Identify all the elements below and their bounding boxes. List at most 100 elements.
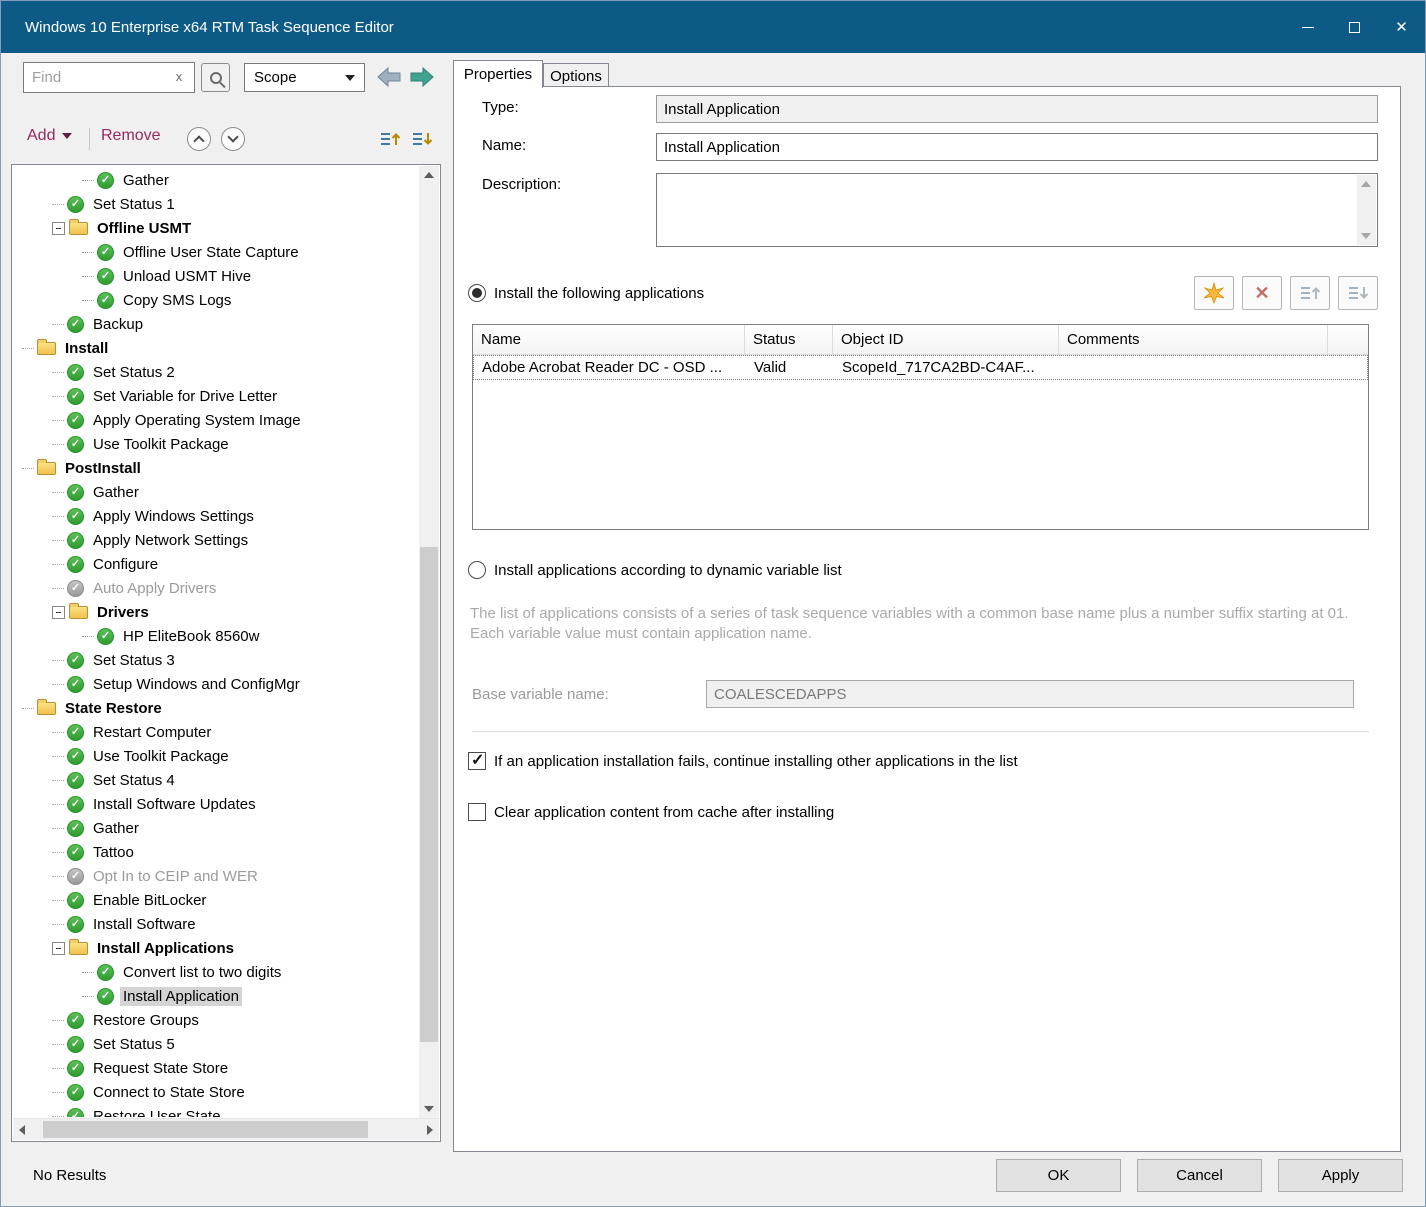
tree-item[interactable]: PostInstall bbox=[14, 456, 418, 480]
scroll-down-icon[interactable] bbox=[1361, 233, 1371, 239]
collapse-expander-icon[interactable] bbox=[52, 942, 65, 955]
toolbar-separator bbox=[89, 128, 90, 150]
tree-item[interactable]: Apply Windows Settings bbox=[14, 504, 418, 528]
step-check-icon bbox=[67, 364, 84, 381]
tree-item[interactable]: Restart Computer bbox=[14, 720, 418, 744]
horizontal-scroll-thumb[interactable] bbox=[43, 1121, 368, 1138]
tree-item[interactable]: Set Status 2 bbox=[14, 360, 418, 384]
table-row[interactable]: Adobe Acrobat Reader DC - OSD ...ValidSc… bbox=[473, 355, 1368, 380]
clear-cache-checkbox[interactable] bbox=[468, 803, 486, 821]
tree-item-label: Set Status 3 bbox=[90, 651, 178, 670]
tree-item[interactable]: Gather bbox=[14, 816, 418, 840]
find-clear-icon[interactable]: x bbox=[171, 69, 187, 84]
cancel-button[interactable]: Cancel bbox=[1137, 1159, 1262, 1192]
tree-item[interactable]: Unload USMT Hive bbox=[14, 264, 418, 288]
collapse-expander-icon[interactable] bbox=[52, 222, 65, 235]
remove-button[interactable]: Remove bbox=[101, 127, 161, 145]
ok-button[interactable]: OK bbox=[996, 1159, 1121, 1192]
tree-item[interactable]: Set Variable for Drive Letter bbox=[14, 384, 418, 408]
tree-connector bbox=[52, 1116, 64, 1117]
find-input[interactable] bbox=[23, 62, 195, 93]
tree-item[interactable]: Gather bbox=[14, 480, 418, 504]
tree-item[interactable]: Use Toolkit Package bbox=[14, 432, 418, 456]
install-following-apps-radio[interactable] bbox=[468, 284, 486, 302]
tree-item-label: Auto Apply Drivers bbox=[90, 579, 219, 598]
tree-item[interactable]: Enable BitLocker bbox=[14, 888, 418, 912]
continue-on-fail-checkbox[interactable] bbox=[468, 752, 486, 770]
tree-item[interactable]: Opt In to CEIP and WER bbox=[14, 864, 418, 888]
tree-item[interactable]: Auto Apply Drivers bbox=[14, 576, 418, 600]
table-column-header[interactable]: Name bbox=[473, 325, 745, 354]
scroll-up-icon[interactable] bbox=[1361, 181, 1371, 187]
tree-item-label: Tattoo bbox=[90, 843, 137, 862]
apply-button[interactable]: Apply bbox=[1278, 1159, 1403, 1192]
dynamic-variable-list-radio[interactable] bbox=[468, 561, 486, 579]
step-check-icon bbox=[67, 316, 84, 333]
tree-item[interactable]: Backup bbox=[14, 312, 418, 336]
tree-item[interactable]: Connect to State Store bbox=[14, 1080, 418, 1104]
tree-item[interactable]: Use Toolkit Package bbox=[14, 744, 418, 768]
tree-item[interactable]: Apply Operating System Image bbox=[14, 408, 418, 432]
delete-application-button[interactable]: ✕ bbox=[1242, 276, 1282, 310]
tree-item[interactable]: Offline USMT bbox=[14, 216, 418, 240]
tree-item[interactable]: HP EliteBook 8560w bbox=[14, 624, 418, 648]
reorder-up-button[interactable] bbox=[378, 127, 402, 151]
scroll-left-icon[interactable] bbox=[19, 1125, 25, 1135]
tree-item[interactable]: Restore Groups bbox=[14, 1008, 418, 1032]
tree-item[interactable]: Copy SMS Logs bbox=[14, 288, 418, 312]
tree-horizontal-scrollbar[interactable] bbox=[13, 1118, 439, 1140]
tree-item[interactable]: Install Applications bbox=[14, 936, 418, 960]
tree-item[interactable]: Configure bbox=[14, 552, 418, 576]
search-button[interactable] bbox=[201, 63, 230, 92]
move-step-down-button[interactable] bbox=[221, 127, 245, 151]
tree-item[interactable]: Install Software Updates bbox=[14, 792, 418, 816]
new-application-button[interactable] bbox=[1194, 276, 1234, 310]
tree-item[interactable]: Convert list to two digits bbox=[14, 960, 418, 984]
collapse-expander-icon[interactable] bbox=[52, 606, 65, 619]
move-application-down-button[interactable] bbox=[1338, 276, 1378, 310]
tab-properties[interactable]: Properties bbox=[453, 60, 543, 88]
tree-item[interactable]: Install bbox=[14, 336, 418, 360]
tree-item[interactable]: Set Status 4 bbox=[14, 768, 418, 792]
tree-connector bbox=[52, 852, 64, 853]
tree-item[interactable]: State Restore bbox=[14, 696, 418, 720]
add-button[interactable]: Add bbox=[27, 127, 72, 145]
tree-item[interactable]: Request State Store bbox=[14, 1056, 418, 1080]
name-field[interactable] bbox=[656, 133, 1378, 161]
tree-item[interactable]: Tattoo bbox=[14, 840, 418, 864]
tree-item[interactable]: Setup Windows and ConfigMgr bbox=[14, 672, 418, 696]
vertical-scroll-thumb[interactable] bbox=[420, 547, 438, 1042]
move-step-up-button[interactable] bbox=[187, 127, 211, 151]
description-field[interactable] bbox=[656, 173, 1378, 247]
table-column-header[interactable]: Status bbox=[745, 325, 833, 354]
tree-item[interactable]: Apply Network Settings bbox=[14, 528, 418, 552]
tree-item[interactable]: Offline User State Capture bbox=[14, 240, 418, 264]
tree-item[interactable]: Drivers bbox=[14, 600, 418, 624]
tab-options[interactable]: Options bbox=[543, 63, 609, 88]
tree-item[interactable]: Restore User State bbox=[14, 1104, 418, 1117]
scroll-up-icon[interactable] bbox=[424, 172, 434, 178]
move-application-up-button[interactable] bbox=[1290, 276, 1330, 310]
tree-item-label: Set Status 2 bbox=[90, 363, 178, 382]
tree-item[interactable]: Set Status 3 bbox=[14, 648, 418, 672]
scope-dropdown[interactable]: Scope bbox=[244, 63, 365, 92]
maximize-button[interactable] bbox=[1331, 1, 1378, 53]
minimize-button[interactable] bbox=[1284, 1, 1331, 53]
tree-item[interactable]: Gather bbox=[14, 168, 418, 192]
reorder-down-button[interactable] bbox=[410, 127, 434, 151]
description-scrollbar[interactable] bbox=[1357, 175, 1376, 245]
scroll-down-icon[interactable] bbox=[424, 1106, 434, 1112]
table-column-header[interactable]: Comments bbox=[1059, 325, 1328, 354]
table-column-header[interactable]: Object ID bbox=[833, 325, 1059, 354]
tree-item[interactable]: Set Status 1 bbox=[14, 192, 418, 216]
collapse-all-icon bbox=[193, 135, 204, 146]
tree-item[interactable]: Set Status 5 bbox=[14, 1032, 418, 1056]
find-next-button[interactable] bbox=[406, 63, 437, 90]
tree-item[interactable]: Install Application bbox=[14, 984, 418, 1008]
tree-vertical-scrollbar[interactable] bbox=[419, 166, 439, 1118]
minimize-icon bbox=[1302, 27, 1314, 28]
close-button[interactable]: ✕ bbox=[1378, 1, 1425, 53]
tree-item[interactable]: Install Software bbox=[14, 912, 418, 936]
scroll-right-icon[interactable] bbox=[427, 1125, 433, 1135]
find-previous-button[interactable] bbox=[373, 63, 404, 90]
